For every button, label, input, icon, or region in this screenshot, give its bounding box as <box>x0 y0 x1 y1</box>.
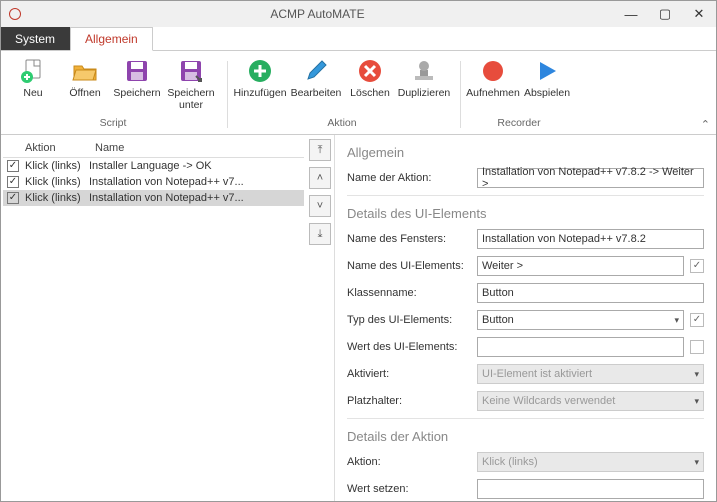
ribbon-separator <box>460 61 461 128</box>
select-aktion: Klick (links)▾ <box>477 452 704 472</box>
input-klasse[interactable]: Button <box>477 283 704 303</box>
save-as-icon <box>177 57 205 85</box>
script-list-pane: Aktion Name ✓Klick (links)Installer Lang… <box>1 135 335 501</box>
ribbon-group-label-script: Script <box>7 117 219 129</box>
row-aktion: Klick (links) <box>25 192 89 204</box>
speichern-unter-button[interactable]: Speichern unter <box>163 55 219 115</box>
ribbon-collapse-icon[interactable]: ⌃ <box>701 118 710 131</box>
label-wert: Wert des UI-Elements: <box>347 341 477 353</box>
row-name: Installation von Notepad++ v7... <box>89 176 244 188</box>
label-wert-setzen: Wert setzen: <box>347 483 477 495</box>
record-app-icon <box>9 8 21 20</box>
pencil-icon <box>302 57 330 85</box>
row-name: Installation von Notepad++ v7... <box>89 192 244 204</box>
speichern-button[interactable]: Speichern <box>111 55 163 115</box>
record-icon <box>479 57 507 85</box>
script-row[interactable]: ✓ Klick (links)Installation von Notepad++… <box>3 174 304 190</box>
ribbon: Neu Öffnen Speichern <box>1 51 716 135</box>
duplizieren-button[interactable]: Duplizieren <box>396 55 452 115</box>
move-top-button[interactable]: ⤒ <box>309 139 331 161</box>
input-ui-name[interactable]: Weiter > <box>477 256 684 276</box>
ribbon-group-label-aktion: Aktion <box>232 117 452 129</box>
label-fenster: Name des Fensters: <box>347 233 477 245</box>
script-row[interactable]: ✓ Klick (links)Installer Language -> OK <box>3 158 304 174</box>
col-header-aktion[interactable]: Aktion <box>25 142 95 154</box>
row-checkbox[interactable]: ✓ <box>7 160 19 172</box>
section-ui-details: Details des UI-Elements <box>347 206 704 221</box>
label-platzhalter: Platzhalter: <box>347 395 477 407</box>
label-typ: Typ des UI-Elements: <box>347 314 477 326</box>
window-title: ACMP AutoMATE <box>21 7 614 21</box>
aufnehmen-button[interactable]: Aufnehmen <box>465 55 521 115</box>
oeffnen-button[interactable]: Öffnen <box>59 55 111 115</box>
checkbox-typ[interactable]: ✓ <box>690 313 704 327</box>
label-name-der-aktion: Name der Aktion: <box>347 172 477 184</box>
row-name: Installer Language -> OK <box>89 160 212 172</box>
titlebar: ACMP AutoMATE — ▢ ✕ <box>1 1 716 27</box>
maximize-button[interactable]: ▢ <box>648 1 682 27</box>
minimize-button[interactable]: — <box>614 1 648 27</box>
move-up-button[interactable]: ˄ <box>309 167 331 189</box>
input-wert-setzen[interactable] <box>477 479 704 499</box>
row-aktion: Klick (links) <box>25 176 89 188</box>
row-checkbox[interactable]: ✓ <box>7 192 19 204</box>
ribbon-tabs: System Allgemein <box>1 27 716 51</box>
input-name-der-aktion[interactable]: Installation von Notepad++ v7.8.2 -> Wei… <box>477 168 704 188</box>
label-aktion: Aktion: <box>347 456 477 468</box>
script-list-header: Aktion Name <box>3 139 304 158</box>
app-window: ACMP AutoMATE — ▢ ✕ System Allgemein Neu <box>0 0 717 502</box>
abspielen-button[interactable]: Abspielen <box>521 55 573 115</box>
section-allgemein: Allgemein <box>347 145 704 160</box>
ribbon-group-script: Neu Öffnen Speichern <box>7 55 219 134</box>
ribbon-group-recorder: Aufnehmen Abspielen Recorder <box>465 55 573 134</box>
select-platzhalter: Keine Wildcards verwendet▾ <box>477 391 704 411</box>
chevron-down-icon: ▾ <box>674 315 679 326</box>
stamp-icon <box>410 57 438 85</box>
tab-system[interactable]: System <box>1 27 70 50</box>
save-icon <box>123 57 151 85</box>
label-aktiviert: Aktiviert: <box>347 368 477 380</box>
ribbon-separator <box>227 61 228 128</box>
move-bottom-button[interactable]: ⤓ <box>309 223 331 245</box>
script-row[interactable]: ✓ Klick (links)Installation von Notepad++… <box>3 190 304 206</box>
folder-open-icon <box>71 57 99 85</box>
row-aktion: Klick (links) <box>25 160 89 172</box>
hinzufuegen-button[interactable]: Hinzufügen <box>232 55 288 115</box>
move-down-button[interactable]: ˅ <box>309 195 331 217</box>
input-wert[interactable] <box>477 337 684 357</box>
select-typ[interactable]: Button▾ <box>477 310 684 330</box>
plus-circle-icon <box>246 57 274 85</box>
loeschen-button[interactable]: Löschen <box>344 55 396 115</box>
bearbeiten-button[interactable]: Bearbeiten <box>288 55 344 115</box>
delete-circle-icon <box>356 57 384 85</box>
col-header-name[interactable]: Name <box>95 142 124 154</box>
row-checkbox[interactable]: ✓ <box>7 176 19 188</box>
label-klasse: Klassenname: <box>347 287 477 299</box>
ribbon-group-label-recorder: Recorder <box>465 117 573 129</box>
neu-button[interactable]: Neu <box>7 55 59 115</box>
section-aktion-details: Details der Aktion <box>347 429 704 444</box>
new-file-icon <box>19 57 47 85</box>
ribbon-group-aktion: Hinzufügen Bearbeiten Löschen <box>232 55 452 134</box>
select-aktiviert: UI-Element ist aktiviert▾ <box>477 364 704 384</box>
close-button[interactable]: ✕ <box>682 1 716 27</box>
input-fenster[interactable]: Installation von Notepad++ v7.8.2 <box>477 229 704 249</box>
checkbox-wert[interactable] <box>690 340 704 354</box>
play-icon <box>533 57 561 85</box>
label-ui-name: Name des UI-Elements: <box>347 260 477 272</box>
details-pane: Allgemein Name der Aktion: Installation … <box>335 135 716 501</box>
checkbox-ui-name[interactable]: ✓ <box>690 259 704 273</box>
tab-allgemein[interactable]: Allgemein <box>70 27 153 51</box>
